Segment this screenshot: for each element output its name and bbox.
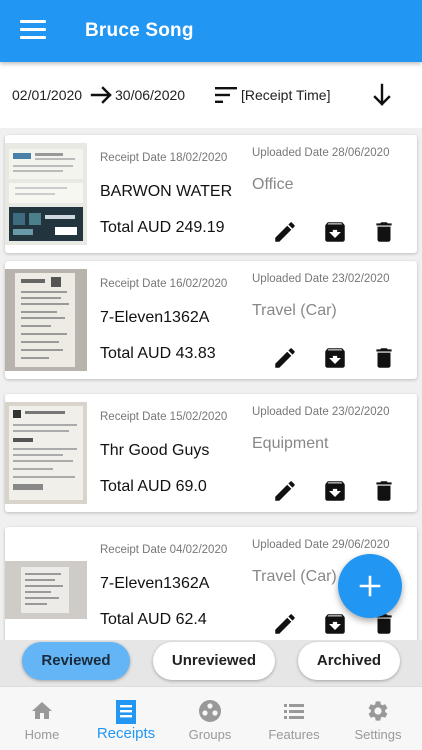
date-to[interactable]: 30/06/2020 xyxy=(115,87,185,103)
receipt-card[interactable]: Receipt Date 16/02/2020 Uploaded Date 23… xyxy=(5,261,417,379)
archive-icon[interactable] xyxy=(322,478,348,504)
filter-bar: 02/01/2020 30/06/2020 [Receipt Time] xyxy=(0,62,422,128)
add-receipt-button[interactable] xyxy=(338,554,402,618)
bottom-navigation: Home Receipts Groups Features Settings xyxy=(0,686,422,750)
archive-icon[interactable] xyxy=(322,219,348,245)
nav-receipts[interactable]: Receipts xyxy=(84,687,168,750)
app-bar: Bruce Song xyxy=(0,0,422,62)
category-label: Office xyxy=(252,176,294,193)
sort-label[interactable]: [Receipt Time] xyxy=(241,87,330,103)
nav-groups-label: Groups xyxy=(188,727,232,742)
receipt-total: Total AUD 43.83 xyxy=(100,345,216,362)
uploaded-date: Uploaded Date 23/02/2020 xyxy=(252,273,390,285)
date-from[interactable]: 02/01/2020 xyxy=(12,87,82,103)
sort-icon[interactable] xyxy=(215,86,237,104)
merchant-name: 7-Eleven1362A xyxy=(100,575,210,592)
uploaded-date: Uploaded Date 29/06/2020 xyxy=(252,539,390,551)
pencil-icon[interactable] xyxy=(272,345,298,371)
receipt-thumbnail[interactable] xyxy=(5,561,87,619)
category-label: Equipment xyxy=(252,435,329,452)
receipt-card[interactable]: Receipt Date 15/02/2020 Uploaded Date 23… xyxy=(5,394,417,512)
receipt-total: Total AUD 69.0 xyxy=(100,478,207,495)
nav-receipts-label: Receipts xyxy=(96,725,156,742)
receipt-total: Total AUD 249.19 xyxy=(100,219,225,236)
pencil-icon[interactable] xyxy=(272,478,298,504)
app-title: Bruce Song xyxy=(85,20,194,41)
receipt-thumbnail[interactable] xyxy=(5,269,87,371)
home-icon xyxy=(32,702,52,719)
category-label: Travel (Car) xyxy=(252,302,337,319)
receipt-card[interactable]: Receipt Date 18/02/2020 Uploaded Date 28… xyxy=(5,135,417,253)
groups-icon xyxy=(199,700,221,722)
merchant-name: Thr Good Guys xyxy=(100,442,210,459)
filter-reviewed-button[interactable]: Reviewed xyxy=(22,642,130,680)
menu-icon[interactable] xyxy=(20,20,46,42)
receipt-date: Receipt Date 15/02/2020 xyxy=(100,411,228,423)
arrow-down-icon[interactable] xyxy=(370,83,394,107)
nav-features-label: Features xyxy=(268,727,320,742)
category-label: Travel (Car) xyxy=(252,568,337,585)
pencil-icon[interactable] xyxy=(272,219,298,245)
receipt-thumbnail[interactable] xyxy=(5,143,87,245)
filter-archived-button[interactable]: Archived xyxy=(298,642,400,680)
features-icon xyxy=(284,704,304,719)
receipt-total: Total AUD 62.4 xyxy=(100,611,207,628)
trash-icon[interactable] xyxy=(371,478,397,504)
merchant-name: BARWON WATER xyxy=(100,183,233,200)
trash-icon[interactable] xyxy=(371,219,397,245)
filter-unreviewed-button[interactable]: Unreviewed xyxy=(153,642,275,680)
arrow-right-icon xyxy=(90,86,112,104)
receipt-date: Receipt Date 16/02/2020 xyxy=(100,278,228,290)
nav-home[interactable]: Home xyxy=(0,687,84,750)
merchant-name: 7-Eleven1362A xyxy=(100,309,210,326)
trash-icon[interactable] xyxy=(371,345,397,371)
pencil-icon[interactable] xyxy=(272,611,298,637)
plus-icon xyxy=(359,575,381,597)
nav-features[interactable]: Features xyxy=(252,687,336,750)
uploaded-date: Uploaded Date 28/06/2020 xyxy=(252,147,390,159)
uploaded-date: Uploaded Date 23/02/2020 xyxy=(252,406,390,418)
receipt-thumbnail[interactable] xyxy=(5,402,87,504)
gear-icon xyxy=(368,701,388,721)
receipt-icon xyxy=(116,700,136,724)
receipt-date: Receipt Date 04/02/2020 xyxy=(100,544,228,556)
archive-icon[interactable] xyxy=(322,611,348,637)
nav-settings[interactable]: Settings xyxy=(336,687,420,750)
nav-settings-label: Settings xyxy=(354,727,402,742)
receipt-date: Receipt Date 18/02/2020 xyxy=(100,152,228,164)
status-filter-bar: Reviewed Unreviewed Archived xyxy=(0,640,422,686)
nav-home-label: Home xyxy=(24,727,60,742)
nav-groups[interactable]: Groups xyxy=(168,687,252,750)
archive-icon[interactable] xyxy=(322,345,348,371)
